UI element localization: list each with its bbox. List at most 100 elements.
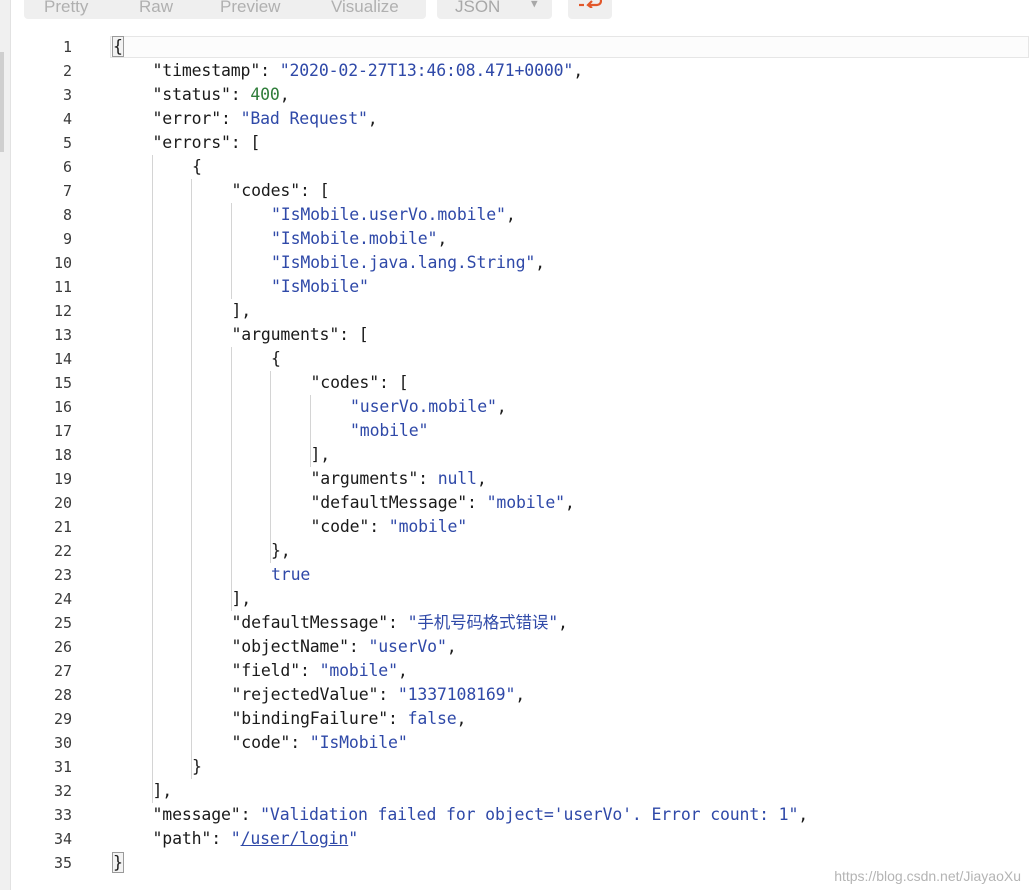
code-line[interactable]: 17 "mobile" (10, 419, 1029, 443)
code-line[interactable]: 18], (10, 443, 1029, 467)
response-toolbar: Pretty Raw Preview Visualize JSON ▼ (24, 0, 1014, 19)
json-punctuation: , (496, 397, 507, 416)
code-line[interactable]: 11 "IsMobile" (10, 275, 1029, 299)
code-line[interactable]: 5 "errors": [ (10, 131, 1029, 155)
json-punctuation: : [ (230, 133, 261, 152)
line-number: 21 (53, 518, 72, 536)
json-punctuation: , (573, 61, 584, 80)
json-punctuation: : (300, 661, 320, 680)
format-select[interactable]: JSON ▼ (437, 0, 552, 19)
code-line[interactable]: 29 "bindingFailure": false, (10, 707, 1029, 731)
code-line[interactable]: 19 "arguments": null, (10, 467, 1029, 491)
response-body-editor[interactable]: 1{2 "timestamp": "2020-02-27T13:46:08.471… (10, 36, 1029, 890)
code-line[interactable]: 23 true (10, 563, 1029, 587)
code-text: "bindingFailure": false, (232, 707, 467, 731)
panel-resize-handle[interactable] (0, 52, 4, 152)
indent-guide (270, 371, 271, 563)
code-line[interactable]: 9 "IsMobile.mobile", (10, 227, 1029, 251)
code-text: "error": "Bad Request", (153, 107, 378, 131)
code-line[interactable]: 22}, (10, 539, 1029, 563)
code-line[interactable]: 33 "message": "Validation failed for obje… (10, 803, 1029, 827)
code-line[interactable]: 24], (10, 587, 1029, 611)
line-number: 14 (53, 350, 72, 368)
json-key: "path" (152, 829, 212, 848)
code-line[interactable]: 1{ (10, 35, 1029, 59)
line-number: 28 (53, 686, 72, 704)
json-key: "codes" (231, 181, 301, 200)
tab-raw[interactable]: Raw (139, 0, 173, 19)
code-text: true (271, 563, 310, 587)
line-number: 32 (53, 782, 72, 800)
view-mode-tabs: Pretty Raw Preview Visualize (24, 0, 426, 19)
indent-guide (152, 155, 153, 803)
wrap-lines-button[interactable] (568, 0, 612, 19)
code-line[interactable]: 4 "error": "Bad Request", (10, 107, 1029, 131)
json-punctuation: ], (152, 781, 173, 800)
json-punctuation: , (397, 661, 408, 680)
watermark: https://blog.csdn.net/JiayaoXu (834, 868, 1021, 884)
code-line[interactable]: 27 "field": "mobile", (10, 659, 1029, 683)
tab-pretty[interactable]: Pretty (44, 0, 88, 19)
json-link[interactable]: /user/login (241, 829, 349, 848)
json-punctuation: : (240, 805, 261, 824)
code-line[interactable]: 34 "path": "/user/login" (10, 827, 1029, 851)
code-text: "status": 400, (153, 83, 290, 107)
code-line[interactable]: 25 "defaultMessage": "手机号码格式错误", (10, 611, 1029, 635)
code-line[interactable]: 2 "timestamp": "2020-02-27T13:46:08.471+0… (10, 59, 1029, 83)
json-punctuation: : (369, 517, 389, 536)
code-text: "defaultMessage": "mobile", (311, 491, 575, 515)
json-punctuation: : [ (300, 181, 330, 200)
json-key: "objectName" (231, 637, 350, 656)
code-text: "codes": [ (232, 179, 330, 203)
code-text: "IsMobile.userVo.mobile", (271, 203, 516, 227)
line-number: 2 (62, 62, 72, 80)
code-line[interactable]: 7 "codes": [ (10, 179, 1029, 203)
json-key: "field" (231, 661, 301, 680)
json-punctuation: ], (231, 301, 252, 320)
code-line[interactable]: 14 { (10, 347, 1029, 371)
code-text: { (192, 155, 202, 179)
line-number: 19 (53, 470, 72, 488)
code-line[interactable]: 32], (10, 779, 1029, 803)
json-value: "mobile" (350, 421, 429, 440)
json-value: false (407, 709, 457, 728)
code-line[interactable]: 26 "objectName": "userVo", (10, 635, 1029, 659)
code-line[interactable]: 10 "IsMobile.java.lang.String", (10, 251, 1029, 275)
code-line[interactable]: 3 "status": 400, (10, 83, 1029, 107)
code-line[interactable]: 8 "IsMobile.userVo.mobile", (10, 203, 1029, 227)
code-text: } (192, 755, 202, 779)
json-punctuation: ], (310, 445, 331, 464)
json-punctuation: } (112, 852, 124, 873)
code-text: "objectName": "userVo", (232, 635, 457, 659)
json-punctuation: : (467, 493, 487, 512)
code-line[interactable]: 12], (10, 299, 1029, 323)
code-line[interactable]: 6{ (10, 155, 1029, 179)
indent-guide (310, 395, 311, 467)
code-line[interactable]: 31} (10, 755, 1029, 779)
code-text: "IsMobile.java.lang.String", (271, 251, 545, 275)
json-key: "code" (310, 517, 370, 536)
line-number: 33 (53, 806, 72, 824)
json-punctuation: : (378, 685, 398, 704)
code-line[interactable]: 16 "userVo.mobile", (10, 395, 1029, 419)
code-text: { (271, 347, 281, 371)
tab-preview[interactable]: Preview (220, 0, 280, 19)
code-line[interactable]: 13 "arguments": [ (10, 323, 1029, 347)
json-key: "code" (231, 733, 291, 752)
line-number: 24 (53, 590, 72, 608)
code-text: "code": "IsMobile" (232, 731, 408, 755)
code-line[interactable]: 20 "defaultMessage": "mobile", (10, 491, 1029, 515)
tab-visualize[interactable]: Visualize (331, 0, 399, 19)
code-line[interactable]: 21 "code": "mobile" (10, 515, 1029, 539)
indent-guide (231, 347, 232, 611)
json-punctuation: : (211, 829, 231, 848)
json-punctuation: , (798, 805, 809, 824)
code-line[interactable]: 15 "codes": [ (10, 371, 1029, 395)
json-punctuation: { (192, 157, 202, 176)
line-number: 20 (53, 494, 72, 512)
code-text: { (112, 35, 124, 59)
code-text: "errors": [ (153, 131, 261, 155)
code-line[interactable]: 28 "rejectedValue": "1337108169", (10, 683, 1029, 707)
code-text: ], (232, 587, 252, 611)
code-line[interactable]: 30 "code": "IsMobile" (10, 731, 1029, 755)
